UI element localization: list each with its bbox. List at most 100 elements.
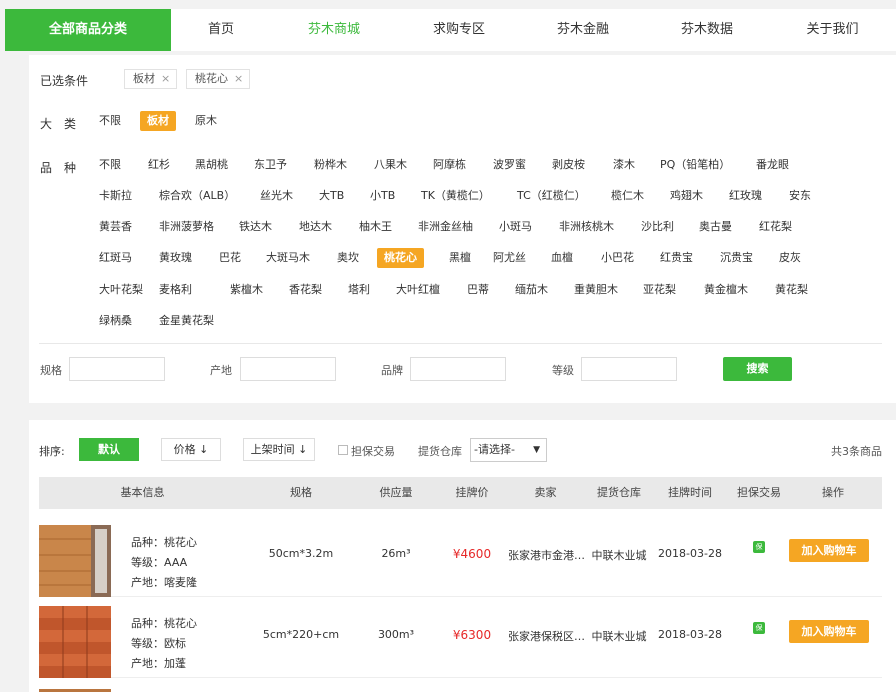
species-option[interactable]: 沙比利 — [641, 217, 674, 237]
species-option[interactable]: 小巴花 — [601, 248, 634, 268]
species-option[interactable]: 剥皮桉 — [552, 155, 585, 175]
search-button[interactable]: 搜索 — [723, 357, 792, 381]
species-option[interactable]: 大斑马木 — [266, 248, 310, 268]
species-option[interactable]: 非洲菠萝格 — [159, 217, 214, 237]
nav-purchase[interactable]: 求购专区 — [397, 9, 521, 51]
remove-icon[interactable]: × — [161, 72, 170, 85]
cell-date: 2018-03-28 — [658, 628, 722, 641]
add-to-cart-button[interactable]: 加入购物车 — [789, 620, 869, 643]
species-option[interactable]: 大叶红檀 — [396, 280, 440, 300]
nav-finance[interactable]: 芬木金融 — [521, 9, 645, 51]
nav-data[interactable]: 芬木数据 — [645, 9, 769, 51]
species-option[interactable]: 漆木 — [613, 155, 635, 175]
origin-input[interactable] — [240, 357, 336, 381]
species-option[interactable]: 非洲核桃木 — [559, 217, 614, 237]
species-option[interactable]: TC（红榄仁） — [517, 186, 586, 206]
species-option[interactable]: 皮灰 — [779, 248, 801, 268]
species-option[interactable]: 绿柄桑 — [99, 311, 132, 331]
cell-warehouse: 中联木业城 — [591, 549, 647, 562]
species-option[interactable]: 重黄胆木 — [574, 280, 618, 300]
species-option[interactable]: 鸡翅木 — [670, 186, 703, 206]
species-option[interactable]: 红斑马 — [99, 248, 132, 268]
wood-thumbnail[interactable] — [39, 606, 111, 678]
species-option[interactable]: 血檀 — [551, 248, 573, 268]
species-option[interactable]: PQ（铅笔柏） — [660, 155, 730, 175]
category-option[interactable]: 不限 — [99, 111, 121, 131]
cell-seller[interactable]: 张家港市金港… — [508, 547, 585, 563]
selected-tag-species[interactable]: 桃花心 × — [186, 69, 251, 89]
species-option[interactable]: 安东 — [789, 186, 811, 206]
add-to-cart-button[interactable]: 加入购物车 — [789, 539, 869, 562]
nav-mall[interactable]: 芬木商城 — [271, 9, 397, 51]
species-option[interactable]: 巴蒂 — [467, 280, 489, 300]
cell-price: ¥4600 — [452, 547, 492, 561]
sort-time-label: 上架时间 — [250, 443, 295, 456]
species-option[interactable]: 小斑马 — [499, 217, 532, 237]
species-option[interactable]: 丝光木 — [260, 186, 293, 206]
species-option[interactable]: 巴花 — [219, 248, 241, 268]
species-option[interactable]: 麦格利 — [159, 280, 192, 300]
species-option[interactable]: 奥坎 — [337, 248, 359, 268]
brand-input[interactable] — [410, 357, 506, 381]
species-option[interactable]: 黄玫瑰 — [159, 248, 192, 268]
remove-icon[interactable]: × — [234, 72, 243, 85]
species-option[interactable]: 沉贵宝 — [720, 248, 753, 268]
species-option[interactable]: 地达木 — [299, 217, 332, 237]
species-option[interactable]: 塔利 — [348, 280, 370, 300]
species-option[interactable]: 红玫瑰 — [729, 186, 762, 206]
category-option[interactable]: 原木 — [195, 111, 217, 131]
species-option[interactable]: 红贵宝 — [660, 248, 693, 268]
species-option[interactable]: 铁达木 — [239, 217, 272, 237]
species-option[interactable]: 东卫予 — [254, 155, 287, 175]
species-option[interactable]: 八果木 — [374, 155, 407, 175]
species-option[interactable]: 黄金檀木 — [704, 280, 748, 300]
species-option[interactable]: 榄仁木 — [611, 186, 644, 206]
nav-home[interactable]: 首页 — [171, 9, 271, 51]
species-option[interactable]: 紫檀木 — [230, 280, 263, 300]
cell-warehouse: 中联木业城 — [591, 630, 647, 643]
table-row: 品种：桃花心 等级：欧标 产地：加蓬 5cm*220+cm 300m³ ¥630… — [39, 598, 882, 678]
cell-seller[interactable]: 张家港保税区… — [508, 628, 585, 644]
species-option[interactable]: 黄芸香 — [99, 217, 132, 237]
species-option[interactable]: 金星黄花梨 — [159, 311, 214, 331]
species-option[interactable]: 红杉 — [148, 155, 170, 175]
sort-default-button[interactable]: 默认 — [79, 438, 139, 461]
species-option[interactable]: 黑檀 — [449, 248, 471, 268]
species-option[interactable]: 阿摩栋 — [433, 155, 466, 175]
species-option-selected[interactable]: 桃花心 — [377, 248, 424, 268]
species-option[interactable]: 不限 — [99, 155, 121, 175]
species-option[interactable]: 黑胡桃 — [195, 155, 228, 175]
species-option[interactable]: 小TB — [370, 186, 395, 206]
guarantee-checkbox[interactable] — [338, 445, 348, 455]
species-option[interactable]: 粉桦木 — [314, 155, 347, 175]
grade-input[interactable] — [581, 357, 677, 381]
species-option[interactable]: 大叶花梨 — [99, 280, 143, 300]
species-option[interactable]: 亚花梨 — [643, 280, 676, 300]
warehouse-label: 提货仓库 — [418, 445, 462, 458]
all-categories-button[interactable]: 全部商品分类 — [5, 9, 171, 51]
species-option[interactable]: 卡斯拉 — [99, 186, 132, 206]
species-option[interactable]: 阿尤丝 — [493, 248, 526, 268]
species-option[interactable]: 黄花梨 — [775, 280, 808, 300]
species-option[interactable]: TK（黄榄仁） — [421, 186, 490, 206]
sort-price-button[interactable]: 价格 ↓ — [161, 438, 221, 461]
species-option[interactable]: 红花梨 — [759, 217, 792, 237]
sort-time-button[interactable]: 上架时间 ↓ — [243, 438, 315, 461]
wood-thumbnail[interactable] — [39, 525, 111, 597]
species-option[interactable]: 柚木王 — [359, 217, 392, 237]
species-option[interactable]: 奥古曼 — [699, 217, 732, 237]
spec-input[interactable] — [69, 357, 165, 381]
warehouse-select[interactable]: -请选择- ▼ — [470, 438, 547, 462]
species-option[interactable]: 香花梨 — [289, 280, 322, 300]
selected-tag-board[interactable]: 板材 × — [124, 69, 178, 89]
species-option[interactable]: 棕合欢（ALB） — [159, 186, 235, 206]
species-option[interactable]: 番龙眼 — [756, 155, 789, 175]
nav-about[interactable]: 关于我们 — [769, 9, 896, 51]
sort-price-label: 价格 — [173, 443, 196, 456]
species-option[interactable]: 大TB — [319, 186, 344, 206]
species-option[interactable]: 非洲金丝柚 — [418, 217, 473, 237]
category-option-selected[interactable]: 板材 — [140, 111, 176, 131]
product-info: 品种：桃花心 等级：欧标 产地：加蓬 — [131, 614, 197, 674]
species-option[interactable]: 波罗蜜 — [493, 155, 526, 175]
species-option[interactable]: 缅茄木 — [515, 280, 548, 300]
